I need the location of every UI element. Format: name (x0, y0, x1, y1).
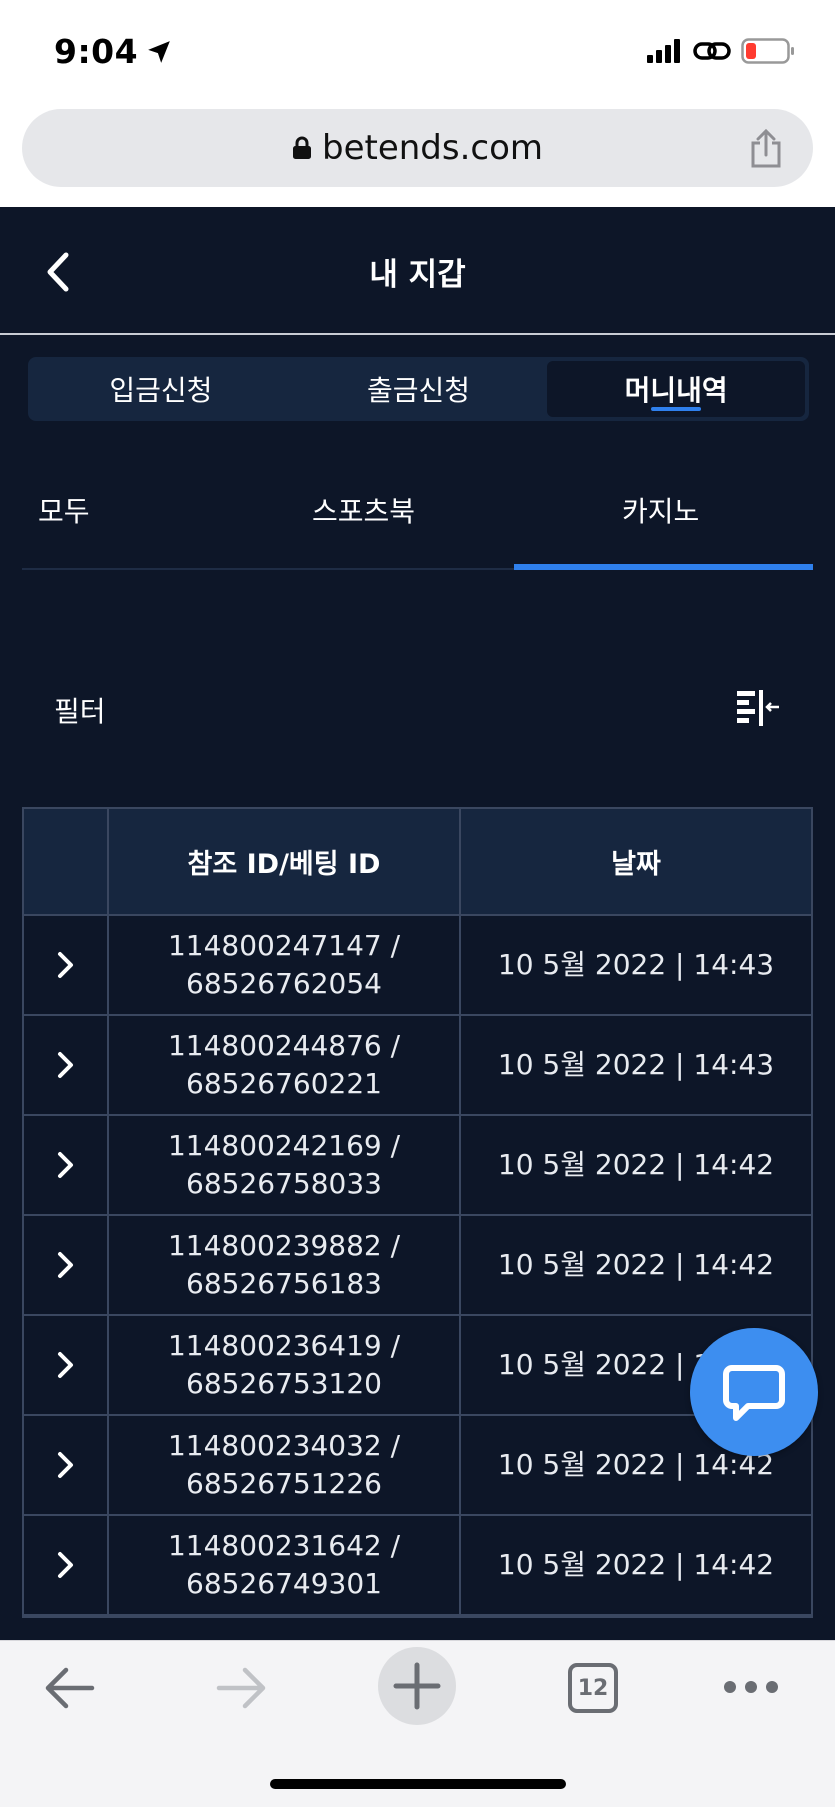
ref-id: 114800234032 / (167, 1429, 401, 1462)
ref-bet-id-cell: 114800242169 / 68526758033 (109, 1116, 461, 1214)
table-row[interactable]: 114800247147 / 68526762054 10 5월 2022 | … (24, 916, 811, 1016)
subtab-sportsbook[interactable]: 스포츠북 (312, 490, 415, 530)
signal-icon (647, 39, 680, 63)
date-cell: 10 5월 2022 | 14:42 (497, 1148, 775, 1181)
lock-icon (292, 136, 311, 159)
active-subtab-indicator (514, 564, 813, 570)
bet-id: 68526756183 (186, 1267, 382, 1300)
forward-arrow-icon[interactable] (215, 1663, 269, 1713)
browser-top-bar: betends.com (0, 105, 835, 207)
ref-id: 114800239882 / (167, 1229, 401, 1262)
expand-chevron-icon[interactable] (24, 1216, 109, 1314)
wallet-segment-tabs: 입금신청 출금신청 머니내역 (28, 357, 809, 421)
header-date: 날짜 (611, 849, 661, 880)
url-text: betends.com (321, 128, 544, 168)
tab-count: 12 (577, 1675, 609, 1701)
tab-money-history[interactable]: 머니내역 (547, 361, 806, 417)
status-bar: 9:04 (0, 0, 835, 105)
live-chat-button[interactable] (690, 1328, 818, 1456)
ref-bet-id-cell: 114800231642 / 68526749301 (109, 1516, 461, 1614)
back-arrow-icon[interactable] (42, 1663, 96, 1713)
bet-id: 68526753120 (186, 1367, 382, 1400)
expand-chevron-icon[interactable] (24, 1316, 109, 1414)
hotspot-link-icon (693, 42, 731, 60)
page-title: 내 지갑 (369, 257, 466, 293)
expand-chevron-icon[interactable] (24, 916, 109, 1014)
tab-deposit-request[interactable]: 입금신청 (32, 361, 290, 417)
tab-label: 머니내역 (624, 374, 728, 407)
location-arrow-icon (148, 40, 170, 63)
tab-withdraw-request[interactable]: 출금신청 (290, 361, 548, 417)
browser-bottom-toolbar: 12 (0, 1640, 835, 1807)
table-header: 참조 ID/베팅 ID 날짜 (24, 809, 811, 916)
ref-bet-id-cell: 114800247147 / 68526762054 (109, 916, 461, 1014)
new-tab-plus-icon[interactable] (378, 1647, 456, 1725)
table-row[interactable]: 114800231642 / 68526749301 10 5월 2022 | … (24, 1516, 811, 1616)
table-row[interactable]: 114800244876 / 68526760221 10 5월 2022 | … (24, 1016, 811, 1116)
expand-chevron-icon[interactable] (24, 1116, 109, 1214)
subtab-casino[interactable]: 카지노 (622, 490, 699, 530)
ref-bet-id-cell: 114800244876 / 68526760221 (109, 1016, 461, 1114)
expand-chevron-icon[interactable] (24, 1516, 109, 1614)
filter-label[interactable]: 필터 (54, 690, 106, 730)
header-expand-col (24, 809, 109, 914)
bet-id: 68526760221 (186, 1067, 382, 1100)
ref-id: 114800231642 / (167, 1529, 401, 1562)
subtab-all[interactable]: 모두 (38, 490, 90, 530)
ref-id: 114800244876 / (167, 1029, 401, 1062)
transaction-table: 참조 ID/베팅 ID 날짜 114800247147 / 6852676205… (22, 807, 813, 1618)
expand-chevron-icon[interactable] (24, 1416, 109, 1514)
bet-id: 68526749301 (186, 1567, 382, 1600)
bet-id: 68526751226 (186, 1467, 382, 1500)
chat-bubble-icon (723, 1365, 785, 1421)
table-row[interactable]: 114800239882 / 68526756183 10 5월 2022 | … (24, 1216, 811, 1316)
share-icon[interactable] (749, 129, 783, 169)
address-bar[interactable]: betends.com (22, 109, 813, 187)
ref-id: 114800242169 / (167, 1129, 401, 1162)
ref-bet-id-cell: 114800234032 / 68526751226 (109, 1416, 461, 1514)
more-menu-icon[interactable] (722, 1679, 780, 1695)
status-time: 9:04 (54, 32, 172, 71)
date-cell: 10 5월 2022 | 14:42 (497, 1548, 775, 1581)
home-indicator (270, 1779, 566, 1789)
header-ref-bet-id: 참조 ID/베팅 ID (109, 809, 461, 914)
date-cell: 10 5월 2022 | 14:42 (497, 1248, 775, 1281)
tab-switcher-button[interactable]: 12 (568, 1663, 618, 1713)
tab-label: 입금신청 (109, 374, 213, 407)
bet-id: 68526762054 (186, 967, 382, 1000)
ref-bet-id-cell: 114800239882 / 68526756183 (109, 1216, 461, 1314)
tab-label: 출금신청 (366, 374, 471, 407)
app-header: 내 지갑 (0, 207, 835, 335)
ref-id: 114800247147 / (167, 929, 401, 962)
ref-id: 114800236419 / (167, 1329, 401, 1362)
bet-id: 68526758033 (186, 1167, 382, 1200)
expand-chevron-icon[interactable] (24, 1016, 109, 1114)
ref-bet-id-cell: 114800236419 / 68526753120 (109, 1316, 461, 1414)
date-cell: 10 5월 2022 | 14:43 (497, 948, 775, 981)
table-row[interactable]: 114800242169 / 68526758033 10 5월 2022 | … (24, 1116, 811, 1216)
date-cell: 10 5월 2022 | 14:43 (497, 1048, 775, 1081)
clock-text: 9:04 (54, 32, 139, 71)
table-row[interactable]: 114800234032 / 68526751226 10 5월 2022 | … (24, 1416, 811, 1516)
filter-collapse-icon[interactable] (735, 688, 781, 730)
history-category-tabs: 모두 스포츠북 카지노 (22, 460, 813, 570)
battery-icon (741, 38, 794, 64)
